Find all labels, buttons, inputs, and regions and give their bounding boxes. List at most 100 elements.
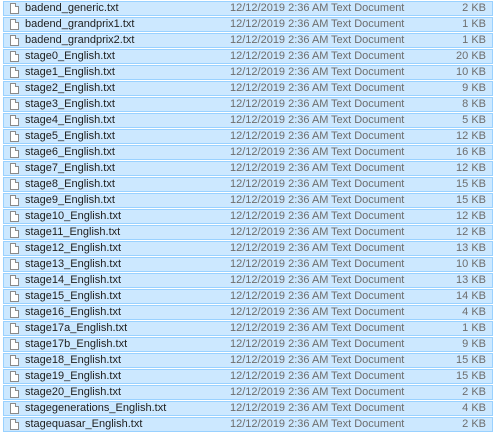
text-document-icon <box>10 323 19 334</box>
file-type: Text Document <box>331 34 405 46</box>
text-document-icon <box>10 67 19 78</box>
file-name[interactable]: badend_grandprix2.txt <box>25 34 134 47</box>
text-document-icon <box>10 19 19 30</box>
file-name[interactable]: stage5_English.txt <box>25 130 115 143</box>
file-row[interactable]: stage3_English.txt 12/12/2019 2:36 AM Text… <box>3 97 493 112</box>
file-row[interactable]: stagegenerations_English.txt 12/12/2019 2… <box>3 401 493 416</box>
file-name[interactable]: stage3_English.txt <box>25 98 115 111</box>
file-type: Text Document <box>331 18 405 30</box>
file-date-modified: 12/12/2019 2:36 AM <box>230 418 329 430</box>
file-name[interactable]: stagequasar_English.txt <box>25 418 142 431</box>
file-name[interactable]: stage13_English.txt <box>25 258 121 271</box>
file-name[interactable]: stage6_English.txt <box>25 146 115 159</box>
file-name[interactable]: badend_generic.txt <box>25 2 119 15</box>
file-name[interactable]: stage20_English.txt <box>25 386 121 399</box>
file-row[interactable]: badend_grandprix1.txt 12/12/2019 2:36 AM T… <box>3 17 493 32</box>
file-date-modified: 12/12/2019 2:36 AM <box>230 258 329 270</box>
text-document-icon <box>10 291 19 302</box>
file-size: 4 KB <box>462 402 486 414</box>
file-row[interactable]: stage17a_English.txt 12/12/2019 2:36 AM Te… <box>3 321 493 336</box>
file-row[interactable]: stage18_English.txt 12/12/2019 2:36 AM Tex… <box>3 353 493 368</box>
file-row[interactable]: stage5_English.txt 12/12/2019 2:36 AM Text… <box>3 129 493 144</box>
file-row[interactable]: badend_generic.txt 12/12/2019 2:36 AM Text… <box>3 1 493 16</box>
file-name[interactable]: stage12_English.txt <box>25 242 121 255</box>
file-name[interactable]: stage18_English.txt <box>25 354 121 367</box>
file-type: Text Document <box>331 66 405 78</box>
file-size: 1 KB <box>462 34 486 46</box>
file-row[interactable]: stage9_English.txt 12/12/2019 2:36 AM Text… <box>3 193 493 208</box>
file-row[interactable]: stagequasar_English.txt 12/12/2019 2:36 A… <box>3 417 493 432</box>
file-size: 15 KB <box>456 194 486 206</box>
file-date-modified: 12/12/2019 2:36 AM <box>230 354 329 366</box>
file-size: 4 KB <box>462 306 486 318</box>
file-name[interactable]: stage19_English.txt <box>25 370 121 383</box>
file-name[interactable]: stage16_English.txt <box>25 306 121 319</box>
file-row[interactable]: badend_grandprix2.txt 12/12/2019 2:36 AM T… <box>3 33 493 48</box>
text-document-icon <box>10 163 19 174</box>
text-document-icon <box>10 147 19 158</box>
file-type: Text Document <box>331 114 405 126</box>
file-row[interactable]: stage4_English.txt 12/12/2019 2:36 AM Text… <box>3 113 493 128</box>
file-size: 2 KB <box>462 418 486 430</box>
file-name[interactable]: badend_grandprix1.txt <box>25 18 134 31</box>
file-type: Text Document <box>331 178 405 190</box>
file-name[interactable]: stage14_English.txt <box>25 274 121 287</box>
file-date-modified: 12/12/2019 2:36 AM <box>230 370 329 382</box>
file-name[interactable]: stage0_English.txt <box>25 50 115 63</box>
file-name[interactable]: stage1_English.txt <box>25 66 115 79</box>
file-row[interactable]: stage14_English.txt 12/12/2019 2:36 AM Tex… <box>3 273 493 288</box>
file-size: 16 KB <box>456 146 486 158</box>
file-row[interactable]: stage10_English.txt 12/12/2019 2:36 AM Tex… <box>3 209 493 224</box>
file-type: Text Document <box>331 386 405 398</box>
file-type: Text Document <box>331 146 405 158</box>
file-size: 1 KB <box>462 18 486 30</box>
text-document-icon <box>10 227 19 238</box>
file-type: Text Document <box>331 338 405 350</box>
file-type: Text Document <box>331 210 405 222</box>
text-document-icon <box>10 83 19 94</box>
text-document-icon <box>10 179 19 190</box>
file-row[interactable]: stage12_English.txt 12/12/2019 2:36 AM Tex… <box>3 241 493 256</box>
file-row[interactable]: stage8_English.txt 12/12/2019 2:36 AM Text… <box>3 177 493 192</box>
file-row[interactable]: stage16_English.txt 12/12/2019 2:36 AM Tex… <box>3 305 493 320</box>
file-name[interactable]: stage11_English.txt <box>25 226 120 239</box>
text-document-icon <box>10 99 19 110</box>
file-name[interactable]: stage8_English.txt <box>25 178 115 191</box>
file-name[interactable]: stagegenerations_English.txt <box>25 402 166 415</box>
file-type: Text Document <box>331 2 405 14</box>
file-row[interactable]: stage13_English.txt 12/12/2019 2:36 AM Tex… <box>3 257 493 272</box>
file-name[interactable]: stage9_English.txt <box>25 194 115 207</box>
file-size: 9 KB <box>462 82 486 94</box>
file-size: 20 KB <box>456 50 486 62</box>
file-date-modified: 12/12/2019 2:36 AM <box>230 226 329 238</box>
file-row[interactable]: stage7_English.txt 12/12/2019 2:36 AM Text… <box>3 161 493 176</box>
file-row[interactable]: stage15_English.txt 12/12/2019 2:36 AM Tex… <box>3 289 493 304</box>
file-name[interactable]: stage4_English.txt <box>25 114 115 127</box>
file-type: Text Document <box>331 274 405 286</box>
file-row[interactable]: stage2_English.txt 12/12/2019 2:36 AM Text… <box>3 81 493 96</box>
file-size: 13 KB <box>456 274 486 286</box>
file-row[interactable]: stage1_English.txt 12/12/2019 2:36 AM Text… <box>3 65 493 80</box>
file-row[interactable]: stage11_English.txt 12/12/2019 2:36 AM Tex… <box>3 225 493 240</box>
file-row[interactable]: stage0_English.txt 12/12/2019 2:36 AM Text… <box>3 49 493 64</box>
file-type: Text Document <box>331 322 405 334</box>
file-row[interactable]: stage17b_English.txt 12/12/2019 2:36 AM Te… <box>3 337 493 352</box>
file-row[interactable]: stage6_English.txt 12/12/2019 2:36 AM Text… <box>3 145 493 160</box>
text-document-icon <box>10 403 19 414</box>
file-name[interactable]: stage10_English.txt <box>25 210 121 223</box>
file-name[interactable]: stage17b_English.txt <box>25 338 127 351</box>
file-date-modified: 12/12/2019 2:36 AM <box>230 210 329 222</box>
file-row[interactable]: stage20_English.txt 12/12/2019 2:36 AM Tex… <box>3 385 493 400</box>
file-type: Text Document <box>331 354 405 366</box>
file-date-modified: 12/12/2019 2:36 AM <box>230 178 329 190</box>
file-name[interactable]: stage2_English.txt <box>25 82 115 95</box>
file-name[interactable]: stage7_English.txt <box>25 162 115 175</box>
file-date-modified: 12/12/2019 2:36 AM <box>230 114 329 126</box>
file-size: 15 KB <box>456 370 486 382</box>
file-date-modified: 12/12/2019 2:36 AM <box>230 50 329 62</box>
file-row[interactable]: stage19_English.txt 12/12/2019 2:36 AM Tex… <box>3 369 493 384</box>
file-date-modified: 12/12/2019 2:36 AM <box>230 146 329 158</box>
file-type: Text Document <box>331 130 405 142</box>
file-name[interactable]: stage17a_English.txt <box>25 322 127 335</box>
file-name[interactable]: stage15_English.txt <box>25 290 121 303</box>
